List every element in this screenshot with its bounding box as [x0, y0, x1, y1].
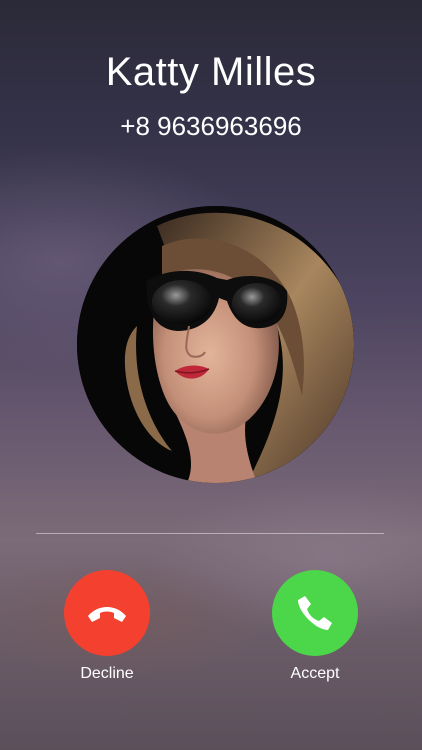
decline-label: Decline — [80, 665, 134, 682]
incoming-call-screen: Katty Milles +8 9636963696 Decline Accep… — [0, 0, 422, 750]
caller-name: Katty Milles — [105, 50, 317, 94]
caller-photo — [77, 206, 354, 483]
phone-hangup-icon — [88, 607, 126, 622]
decline-button[interactable] — [64, 570, 150, 656]
accept-button[interactable] — [272, 570, 358, 656]
divider — [36, 533, 384, 534]
phone-icon — [298, 596, 332, 630]
caller-number: +8 9636963696 — [120, 111, 302, 141]
caller-avatar — [77, 206, 354, 483]
accept-label: Accept — [290, 665, 340, 682]
